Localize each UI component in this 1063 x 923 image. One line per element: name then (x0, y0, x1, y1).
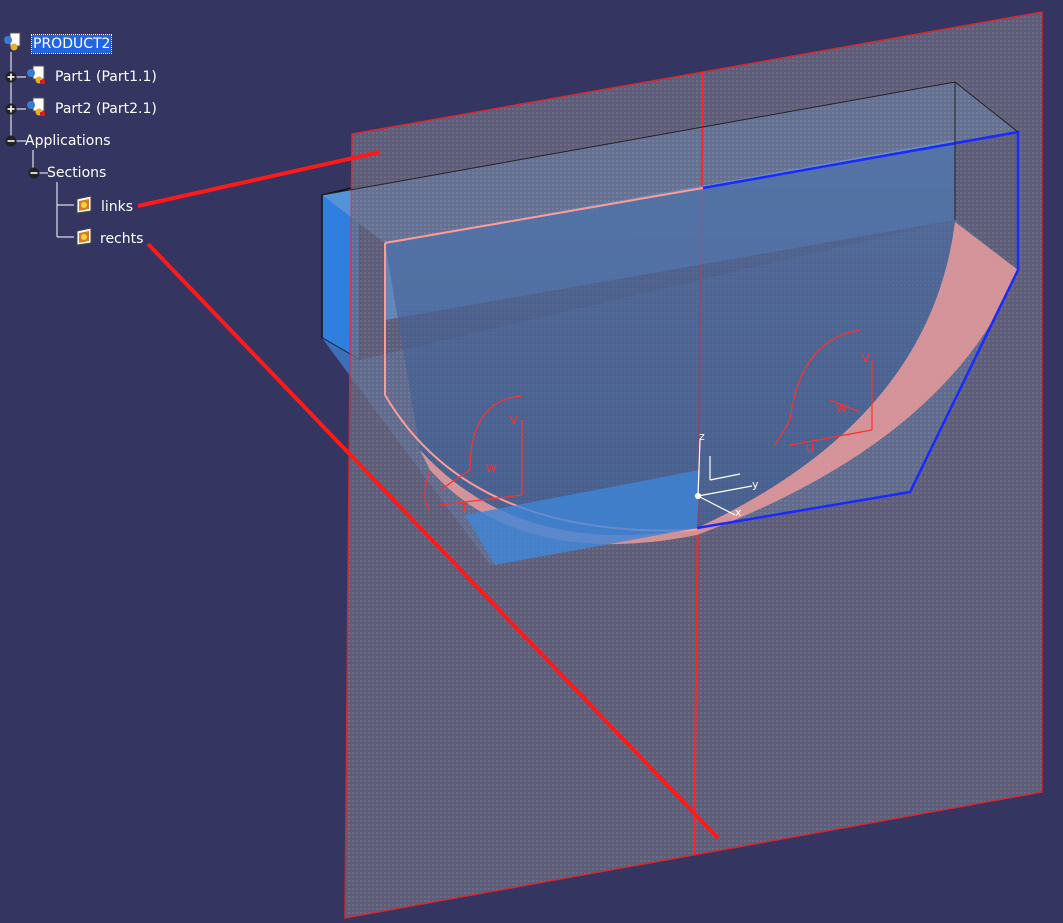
local-axis-right-v: V (862, 352, 870, 365)
local-axis-right-u: U (806, 442, 815, 455)
local-axis-left-w: W (486, 462, 497, 475)
axis-label-x: x (735, 506, 742, 519)
collapse-icon[interactable] (5, 135, 17, 147)
collapse-icon[interactable] (28, 167, 40, 179)
axis-label-y: y (752, 478, 759, 491)
local-axis-left-u: U (458, 502, 467, 515)
tree-item-product2[interactable]: PRODUCT2 (30, 34, 113, 54)
tree-item-rechts[interactable]: rechts (100, 230, 143, 248)
tree-item-links[interactable]: links (101, 198, 133, 216)
part-icon[interactable] (26, 97, 46, 117)
local-axis-right-w: W (836, 402, 847, 415)
section-icon[interactable] (74, 226, 94, 246)
axis-label-z: z (699, 430, 705, 443)
local-axis-left-v: V (510, 414, 518, 427)
part-icon[interactable] (26, 65, 46, 85)
tree-item-applications[interactable]: Applications (25, 132, 111, 150)
product-icon[interactable] (2, 32, 22, 52)
expand-icon[interactable] (5, 103, 17, 115)
tree-item-part1[interactable]: Part1 (Part1.1) (55, 68, 157, 86)
3d-viewport[interactable]: z y x V W U V W U PRODUCT2 Part1 (Part1.… (0, 0, 1063, 923)
tree-item-sections[interactable]: Sections (47, 164, 106, 182)
tree-item-part2[interactable]: Part2 (Part2.1) (55, 100, 157, 118)
section-icon[interactable] (74, 194, 94, 214)
expand-icon[interactable] (5, 71, 17, 83)
